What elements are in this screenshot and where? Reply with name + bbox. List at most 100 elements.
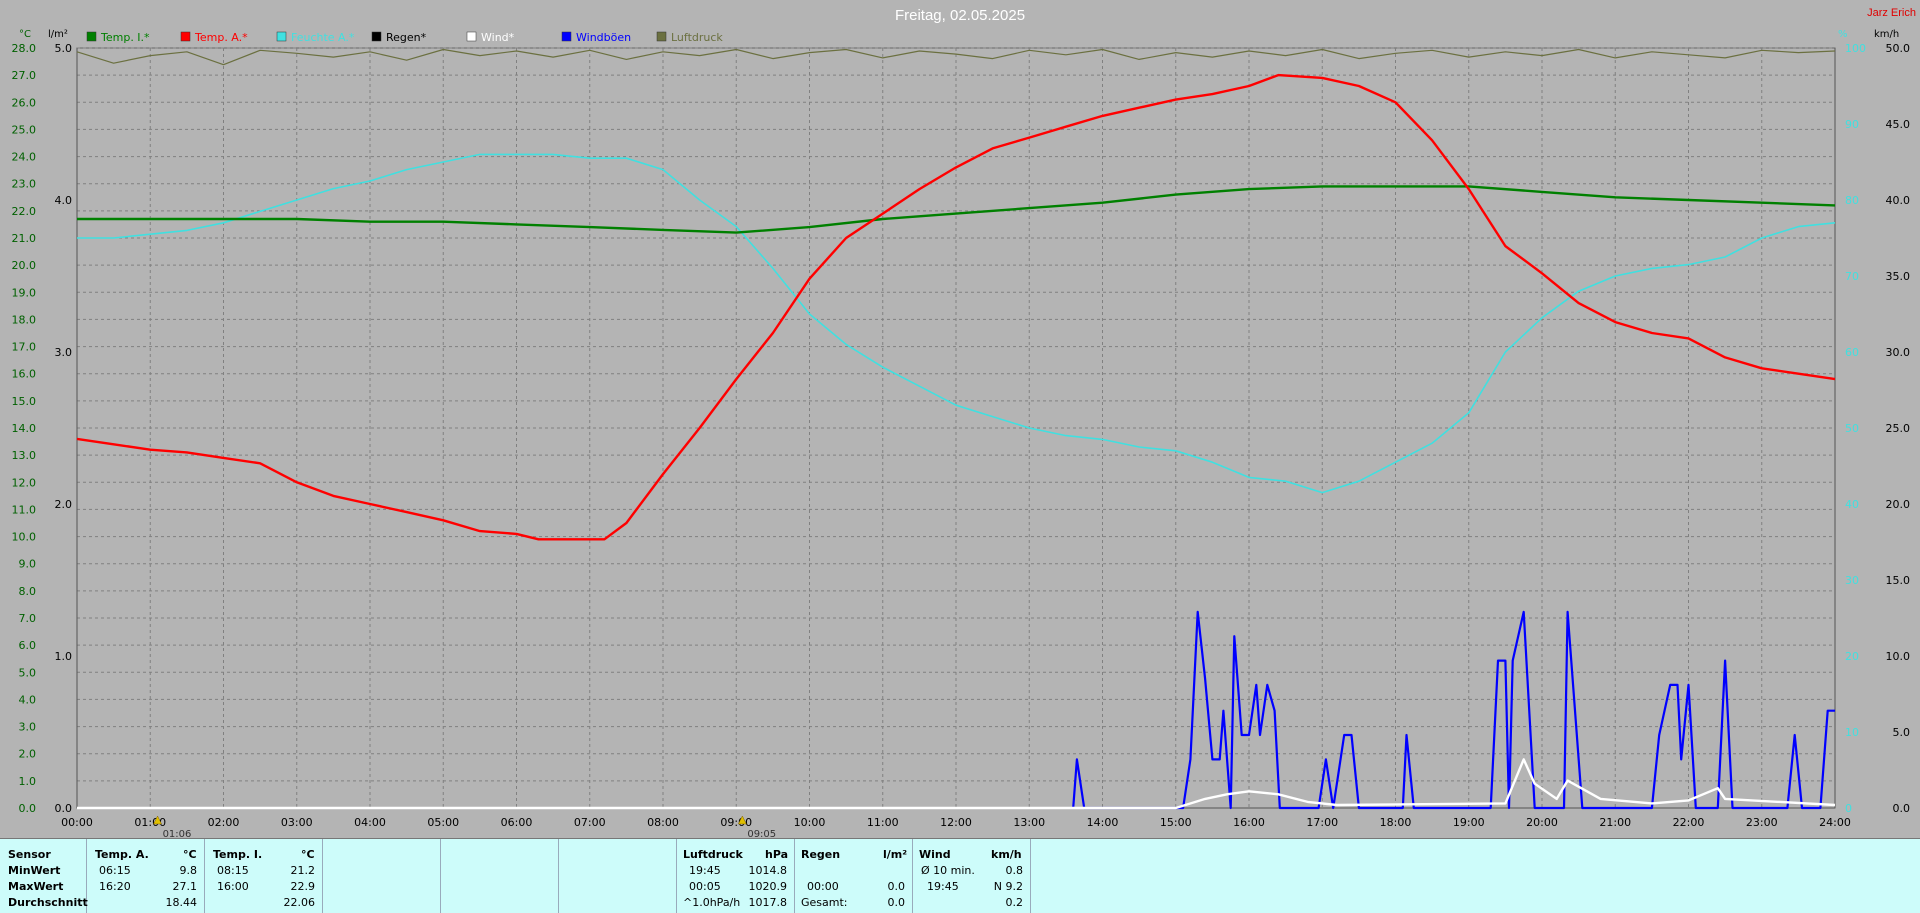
y-temp-tick: 2.0 [19, 748, 37, 761]
x-tick: 15:00 [1160, 816, 1192, 829]
legend-label: Temp. I.* [100, 31, 150, 44]
y-temp-tick: 12.0 [12, 476, 37, 489]
y-rain-tick: 0.0 [55, 802, 73, 815]
y-temp-tick: 5.0 [19, 666, 37, 679]
pressure-unit: hPa [765, 848, 789, 861]
y-temp-tick: 13.0 [12, 449, 37, 462]
temp-i-avg: 22.06 [283, 896, 316, 909]
y-temp-tick: 25.0 [12, 123, 37, 136]
legend-swatch [371, 31, 382, 42]
x-tick: 04:00 [354, 816, 386, 829]
legend-item: Temp. A.* [180, 31, 248, 44]
unit-hum-label: % [1838, 29, 1848, 40]
stats-panel: Sensor MinWert MaxWert Durchschnitt Temp… [0, 838, 1920, 913]
legend-label: Wind* [481, 31, 515, 44]
y-wind-tick: 25.0 [1886, 422, 1911, 435]
legend-swatch [180, 31, 191, 42]
stats-row-max: MaxWert [8, 880, 64, 893]
station-name: Jarz Erich [1867, 7, 1916, 19]
rain-time: 00:00 [807, 880, 839, 893]
y-temp-tick: 27.0 [12, 69, 37, 82]
x-tick: 07:00 [574, 816, 606, 829]
legend-swatch [561, 31, 572, 42]
temp-i-unit: °C [301, 848, 315, 861]
wind-avg-val: 0.8 [1005, 864, 1024, 877]
y-hum-tick: 20 [1845, 650, 1859, 663]
x-tick: 16:00 [1233, 816, 1265, 829]
pressure-min-val: 1014.8 [748, 864, 788, 877]
x-tick: 00:00 [61, 816, 93, 829]
y-temp-tick: 9.0 [19, 558, 37, 571]
marker-label: 09:05 [747, 829, 776, 838]
temp-i-min-time: 08:15 [217, 864, 249, 877]
y-hum-tick: 80 [1845, 194, 1859, 207]
y-temp-tick: 20.0 [12, 259, 37, 272]
wind-unit: km/h [991, 848, 1022, 861]
rain-title: Regen [801, 848, 841, 861]
legend-item: Windböen [561, 31, 631, 44]
x-tick: 23:00 [1746, 816, 1778, 829]
temp-i-max-time: 16:00 [217, 880, 249, 893]
y-hum-tick: 90 [1845, 118, 1859, 131]
y-temp-tick: 21.0 [12, 232, 37, 245]
legend-label: Windböen [576, 31, 631, 44]
stats-col-empty-3 [559, 839, 677, 913]
wind-avg-label: Ø 10 min. [921, 864, 975, 877]
pressure-min-time: 19:45 [689, 864, 721, 877]
chart-title: Freitag, 02.05.2025 [895, 7, 1025, 24]
y-wind-tick: 30.0 [1886, 346, 1911, 359]
wind-title: Wind [919, 848, 951, 861]
legend-label: Feuchte A.* [291, 31, 355, 44]
temp-a-max-time: 16:20 [99, 880, 131, 893]
y-hum-tick: 10 [1845, 726, 1859, 739]
legend-swatch [86, 31, 97, 42]
x-tick: 08:00 [647, 816, 679, 829]
legend-label: Luftdruck [671, 31, 723, 44]
y-temp-tick: 17.0 [12, 341, 37, 354]
weather-chart: Freitag, 02.05.2025 Jarz Erich °C l/m² %… [12, 7, 1917, 838]
y-temp-tick: 4.0 [19, 693, 37, 706]
x-tick: 18:00 [1380, 816, 1412, 829]
y-rain-tick: 5.0 [55, 42, 73, 55]
chart-legend: Temp. I.* Temp. A.* Feuchte A.* Regen* Wind*… [86, 31, 723, 44]
y-temp-tick: 10.0 [12, 531, 37, 544]
y-rain-tick: 3.0 [55, 346, 73, 359]
y-temp-tick: 1.0 [19, 775, 37, 788]
x-tick: 09:00 [720, 816, 752, 829]
y-wind-tick: 35.0 [1886, 270, 1911, 283]
y-temp-tick: 22.0 [12, 205, 37, 218]
marker-label: 01:06 [163, 829, 192, 838]
legend-swatch [466, 31, 477, 42]
y-temp-tick: 0.0 [19, 802, 37, 815]
x-tick: 14:00 [1087, 816, 1119, 829]
stats-col-wind: Wind km/h Ø 10 min. 0.8 19:45 N 9.2 0.2 [913, 839, 1031, 913]
x-tick: 13:00 [1013, 816, 1045, 829]
pressure-max-time: 00:05 [689, 880, 721, 893]
x-tick: 01:00 [134, 816, 166, 829]
y-temp-tick: 24.0 [12, 151, 37, 164]
legend-label: Temp. A.* [194, 31, 248, 44]
y-hum-tick: 60 [1845, 346, 1859, 359]
x-tick: 05:00 [427, 816, 459, 829]
stats-col-temp-a: Temp. A. °C 06:15 9.8 16:20 27.1 18.44 [87, 839, 205, 913]
legend-label: Regen* [386, 31, 427, 44]
y-temp-tick: 23.0 [12, 178, 37, 191]
y-wind-tick: 50.0 [1886, 42, 1911, 55]
y-rain-tick: 1.0 [55, 650, 73, 663]
legend-swatch [656, 31, 667, 42]
rain-total-val: 0.0 [887, 896, 906, 909]
legend-item: Feuchte A.* [276, 31, 355, 44]
x-tick: 11:00 [867, 816, 899, 829]
legend-item: Wind* [466, 31, 515, 44]
wind-max-time: 19:45 [927, 880, 959, 893]
pressure-max-val: 1020.9 [748, 880, 788, 893]
unit-temp-label: °C [19, 29, 31, 40]
temp-i-max-val: 22.9 [290, 880, 316, 893]
y-temp-tick: 15.0 [12, 395, 37, 408]
y-temp-tick: 14.0 [12, 422, 37, 435]
stats-sensor-title: Sensor [8, 848, 51, 861]
legend-item: Temp. I.* [86, 31, 150, 44]
stats-col-pressure: Luftdruck hPa 19:45 1014.8 00:05 1020.9 … [677, 839, 795, 913]
y-hum-tick: 100 [1845, 42, 1866, 55]
x-tick: 21:00 [1599, 816, 1631, 829]
